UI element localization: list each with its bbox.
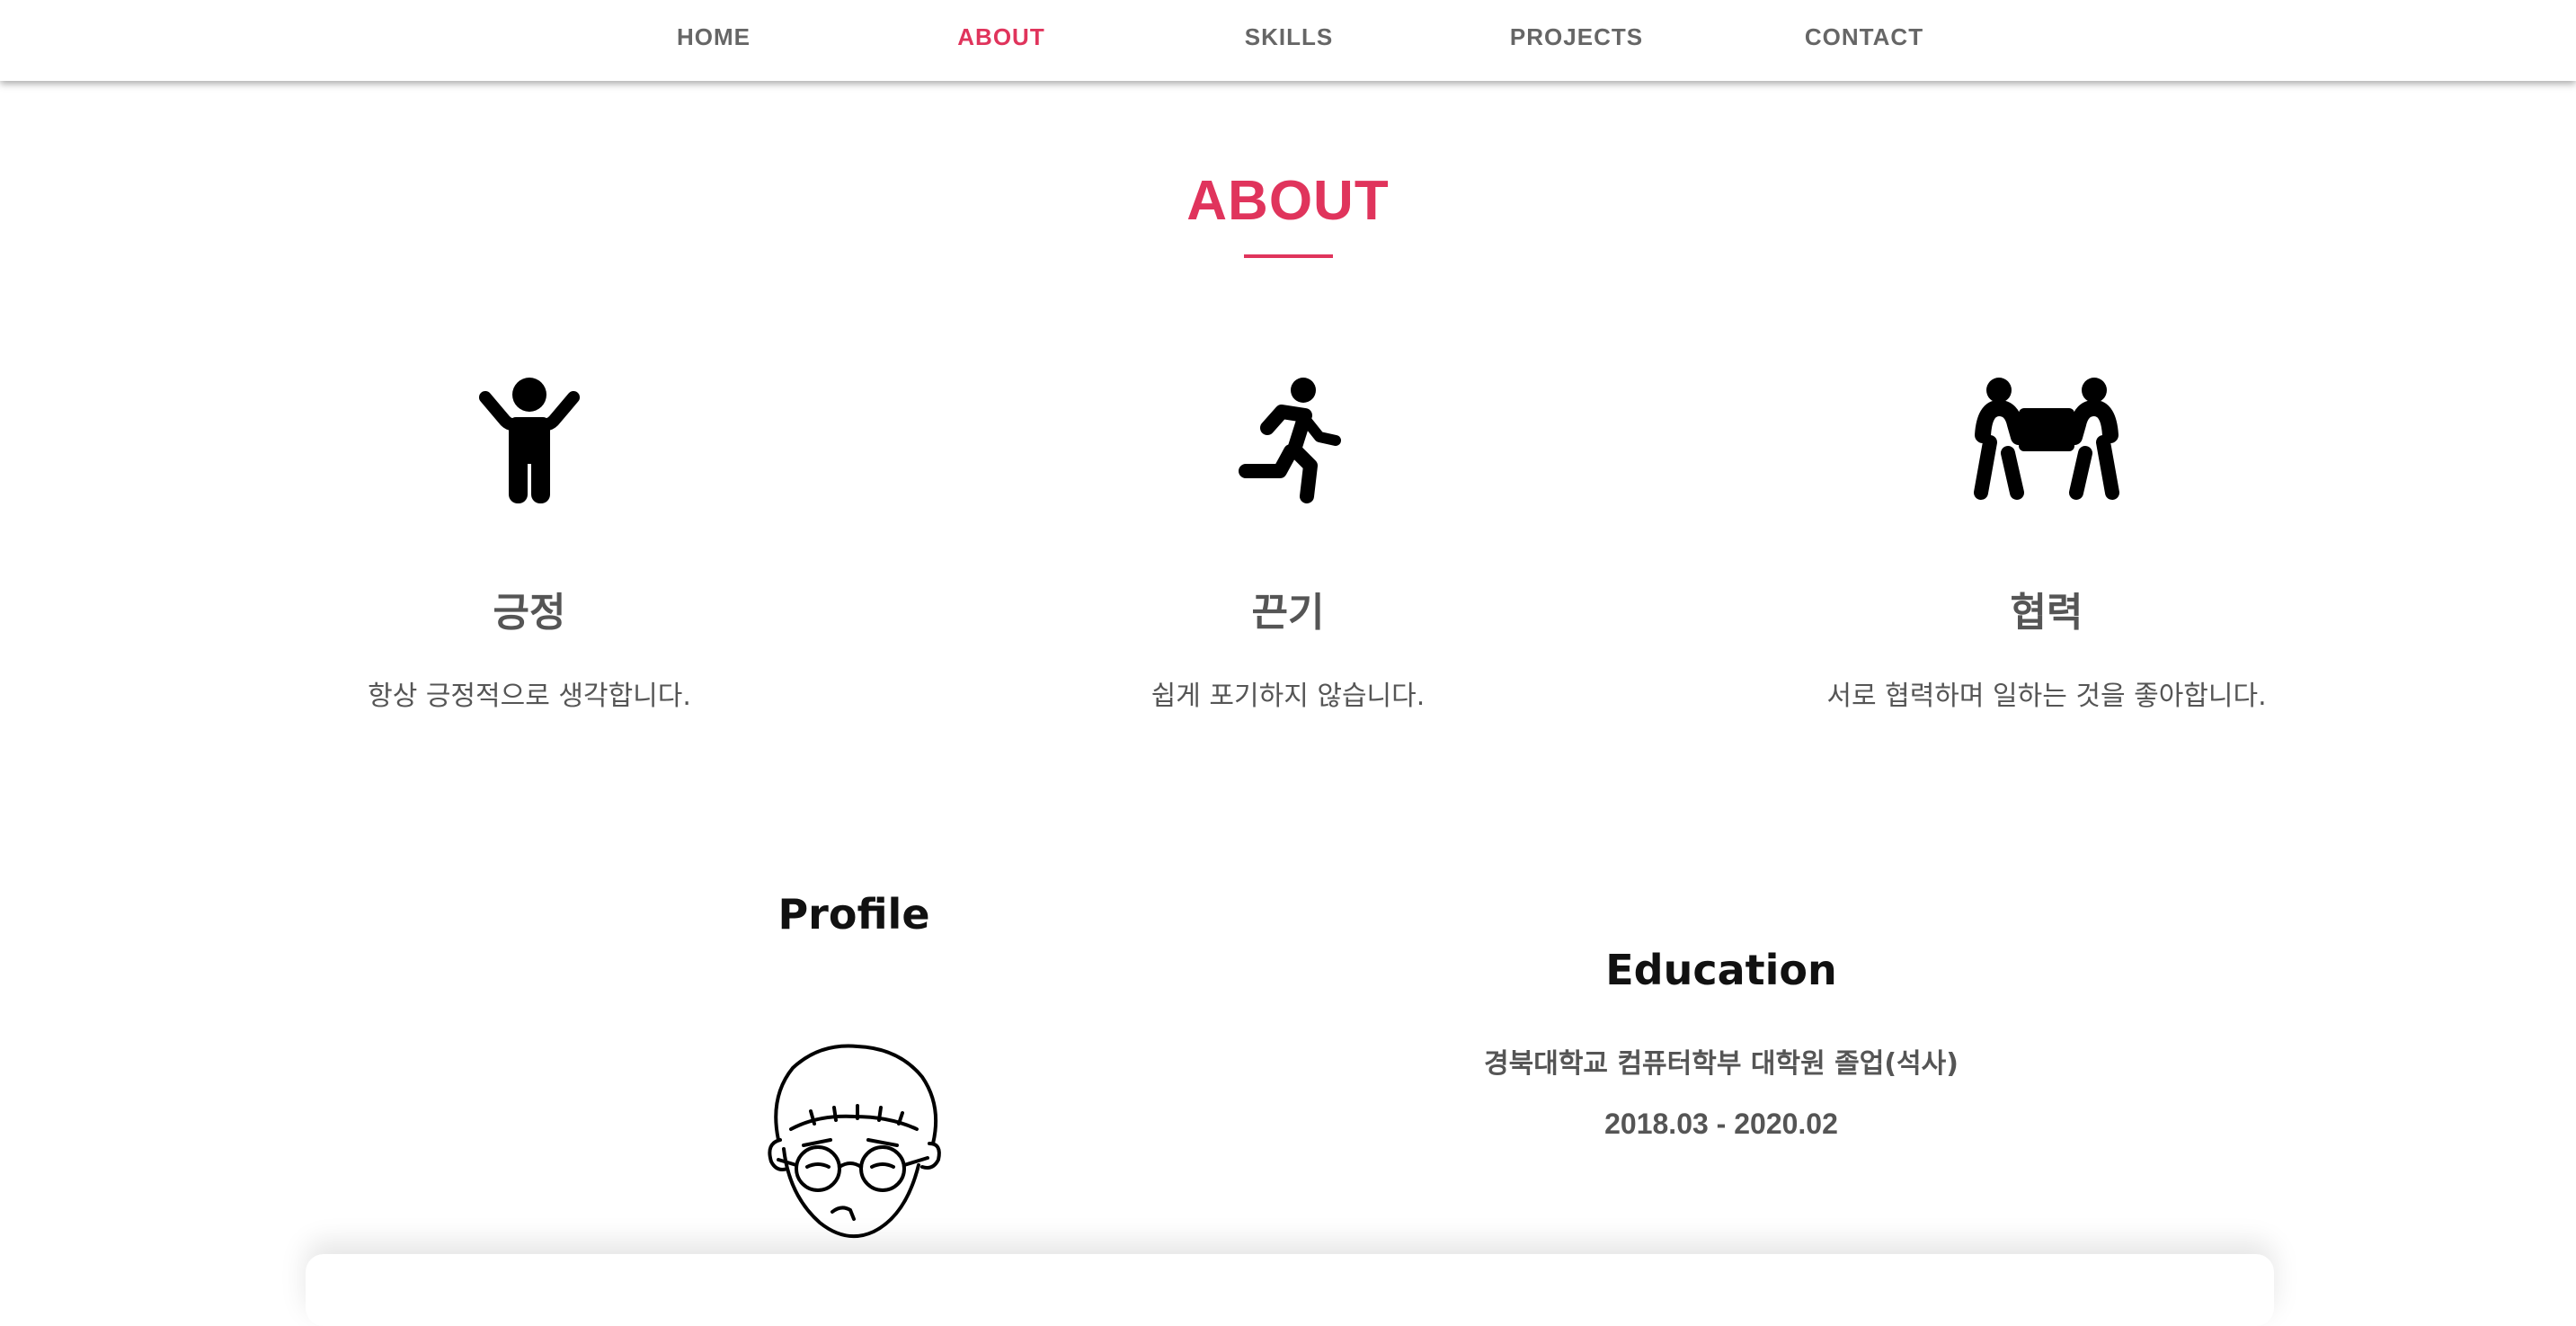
title-underline: [1244, 254, 1333, 258]
nav-item-skills[interactable]: SKILLS: [1190, 23, 1388, 51]
value-description: 쉽게 포기하지 않습니다.: [1150, 681, 1426, 712]
top-navbar: HOME ABOUT SKILLS PROJECTS CONTACT: [0, 0, 2576, 81]
nav-item-contact[interactable]: CONTACT: [1765, 23, 1963, 51]
value-description: 서로 협력하며 일하는 것을 좋아합니다.: [1826, 681, 2267, 712]
value-title: 협력: [2010, 590, 2083, 636]
value-card-cooperation: 협력 서로 협력하며 일하는 것을 좋아합니다.: [1732, 378, 2361, 713]
value-title: 끈기: [1251, 590, 1325, 636]
nav-item-projects[interactable]: PROJECTS: [1478, 23, 1675, 51]
section-title-about: ABOUT: [1186, 170, 1390, 232]
content-card: [306, 1254, 2274, 1326]
people-carry-box-icon: [1974, 378, 2119, 500]
education-school: 경북대학교 컴퓨터학부 대학원 졸업(석사): [1484, 1048, 1959, 1080]
education-title: Education: [1605, 946, 1837, 994]
value-description: 항상 긍정적으로 생각합니다.: [368, 681, 691, 712]
child-arms-up-icon: [479, 378, 580, 503]
value-card-persistence: 끈기 쉽게 포기하지 않습니다.: [973, 378, 1603, 713]
value-title: 긍정: [493, 590, 566, 636]
value-card-positive: 긍정 항상 긍정적으로 생각합니다.: [215, 378, 844, 713]
running-person-icon: [1239, 378, 1341, 503]
profile-title: Profile: [777, 890, 930, 939]
nav-item-about[interactable]: ABOUT: [902, 23, 1100, 51]
education-period: 2018.03 - 2020.02: [1604, 1108, 1838, 1140]
avatar: [768, 1044, 941, 1239]
nav-item-home[interactable]: HOME: [615, 23, 813, 51]
